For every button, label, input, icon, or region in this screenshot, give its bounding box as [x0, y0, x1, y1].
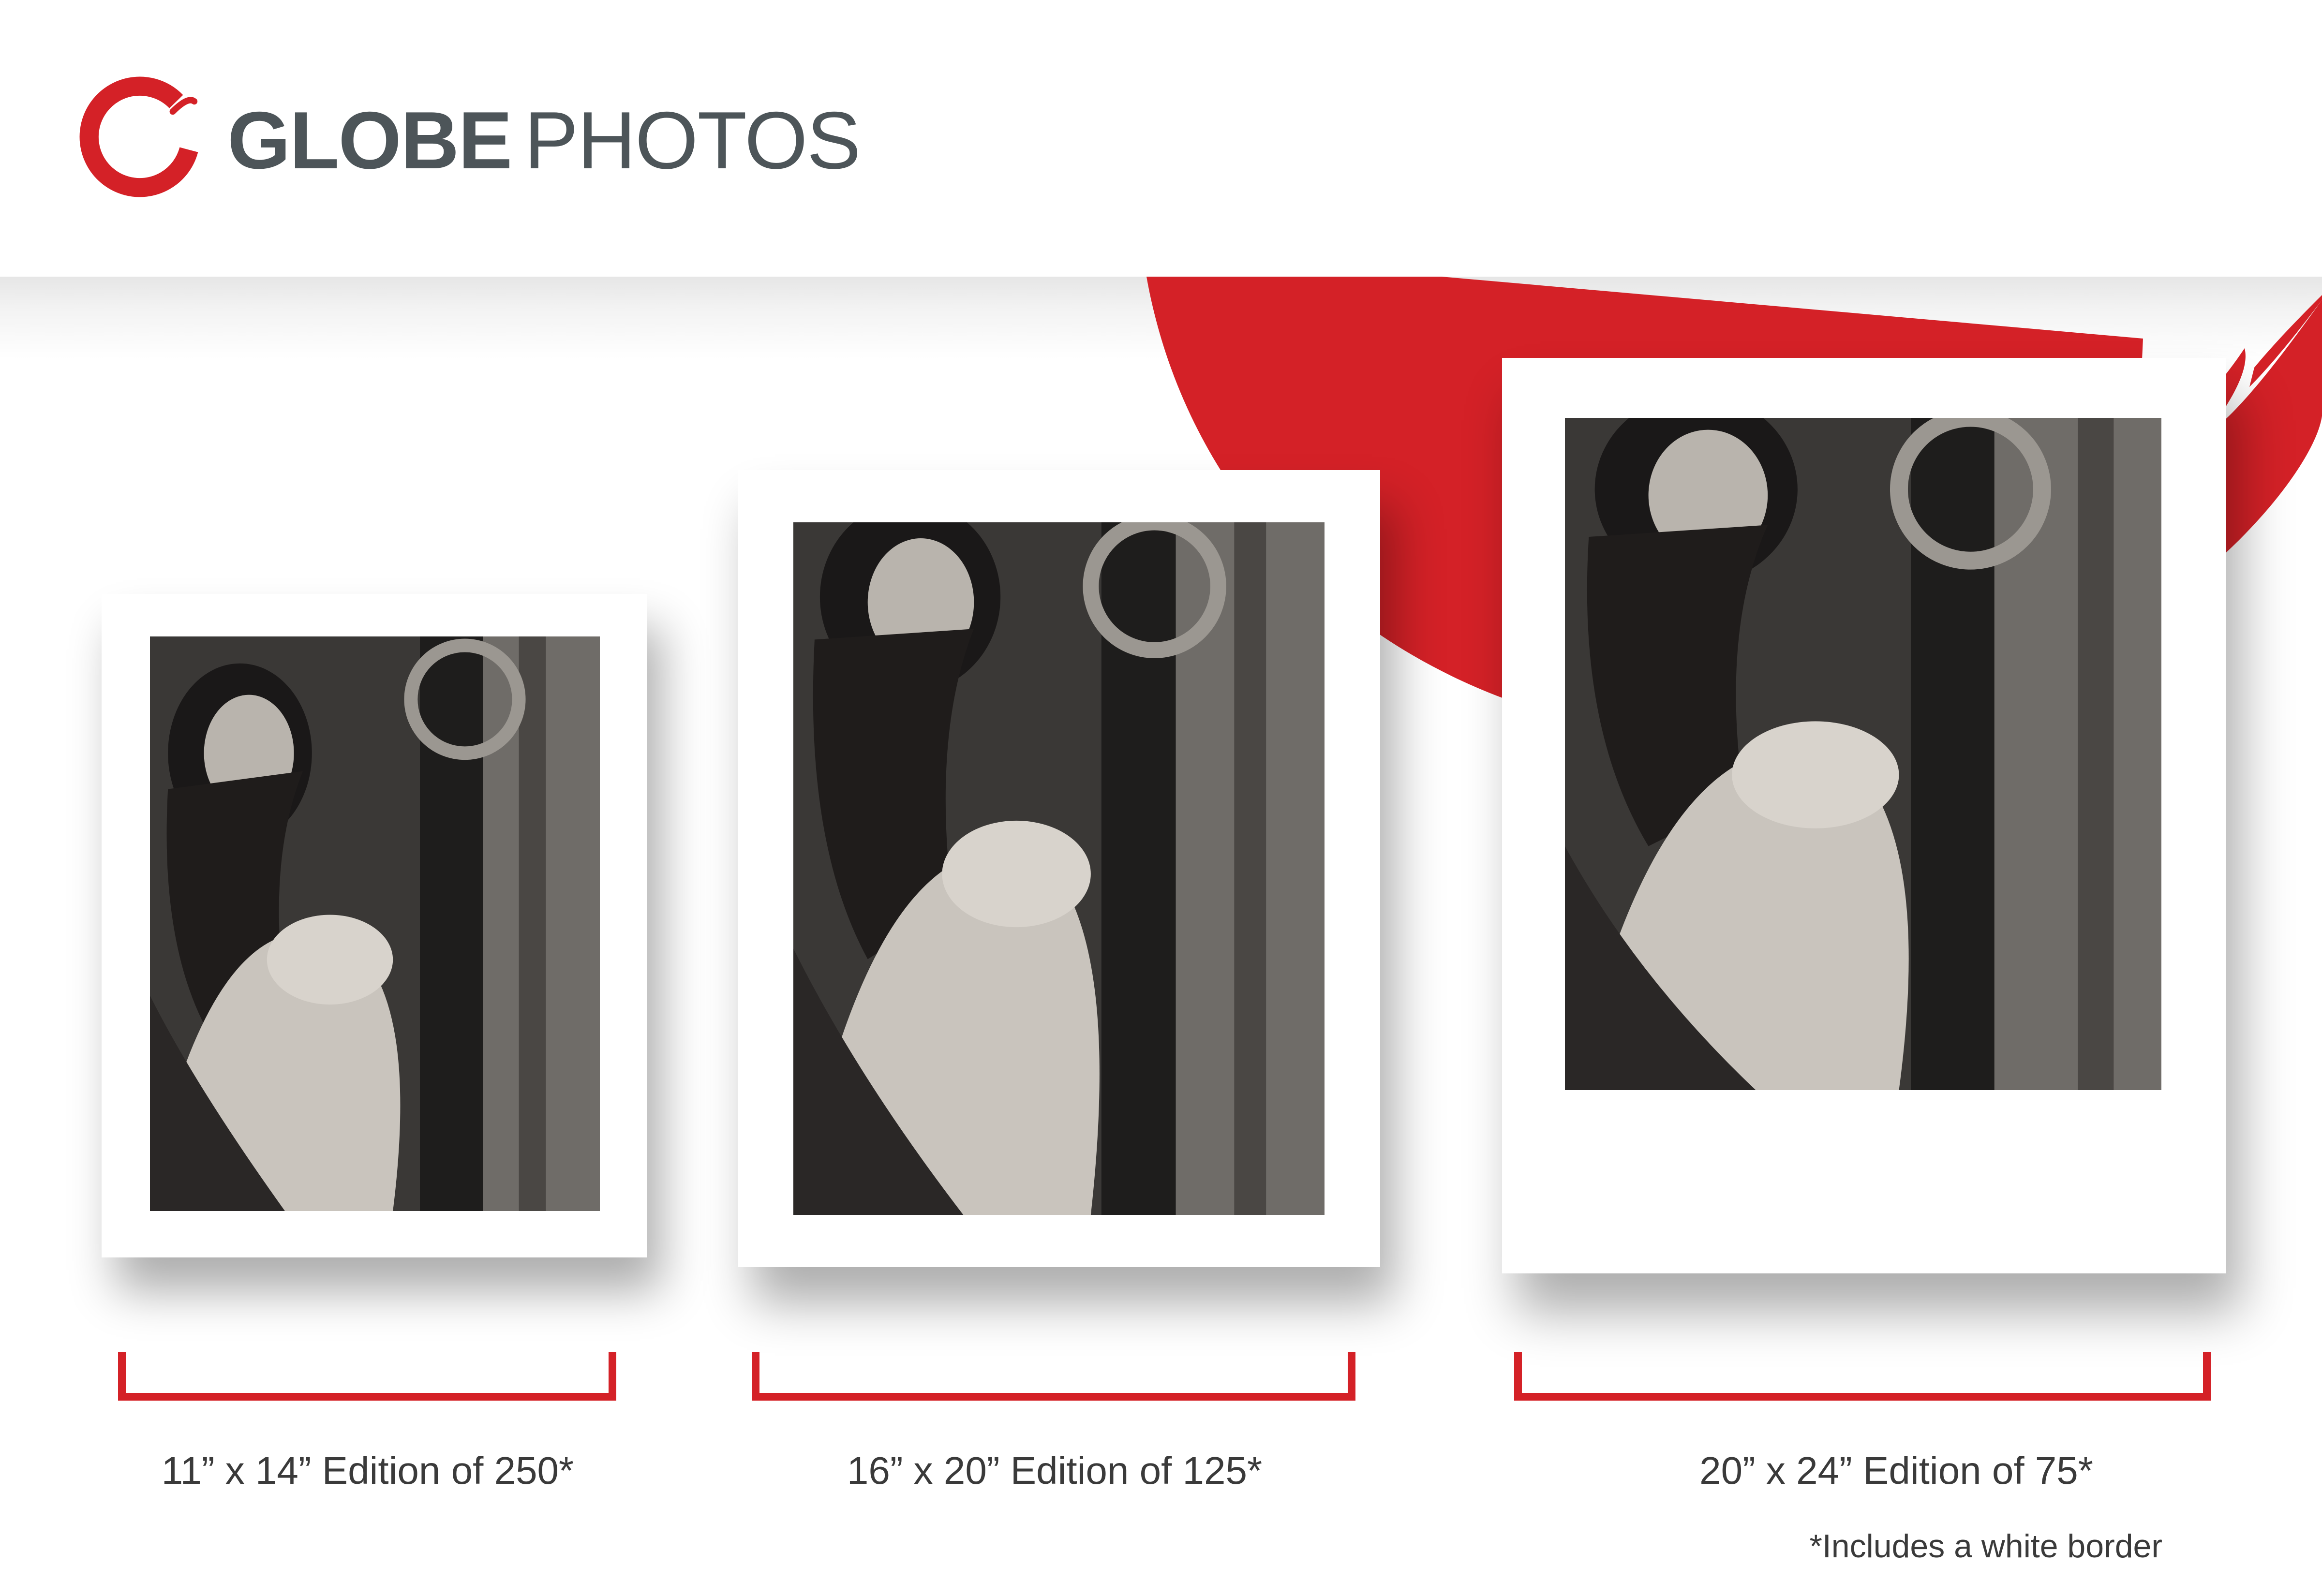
- header: GLOBE PHOTOS: [0, 0, 2322, 277]
- size-bracket: [752, 1352, 1355, 1401]
- print-16x20: [738, 470, 1380, 1267]
- brand-name-light: PHOTOS: [524, 94, 861, 186]
- border-footnote: *Includes a white border: [1809, 1528, 2162, 1565]
- red-brush-circle-icon: [79, 76, 200, 197]
- size-bracket: [118, 1352, 616, 1401]
- size-bracket: [1514, 1352, 2211, 1401]
- portrait-photo: [1565, 418, 2161, 1090]
- edition-label-20x24: 20” x 24” Edition of 75*: [1699, 1449, 2093, 1492]
- portrait-photo: [150, 636, 600, 1211]
- print-11x14: [102, 594, 647, 1257]
- brand-wordmark: GLOBE PHOTOS: [227, 92, 861, 189]
- print-20x24: [1502, 358, 2226, 1273]
- edition-label-16x20: 16” x 20” Edition of 125*: [847, 1449, 1263, 1492]
- portrait-photo: [793, 522, 1325, 1215]
- brand-name-bold: GLOBE: [227, 94, 512, 186]
- edition-label-11x14: 11” x 14” Edition of 250*: [161, 1449, 574, 1492]
